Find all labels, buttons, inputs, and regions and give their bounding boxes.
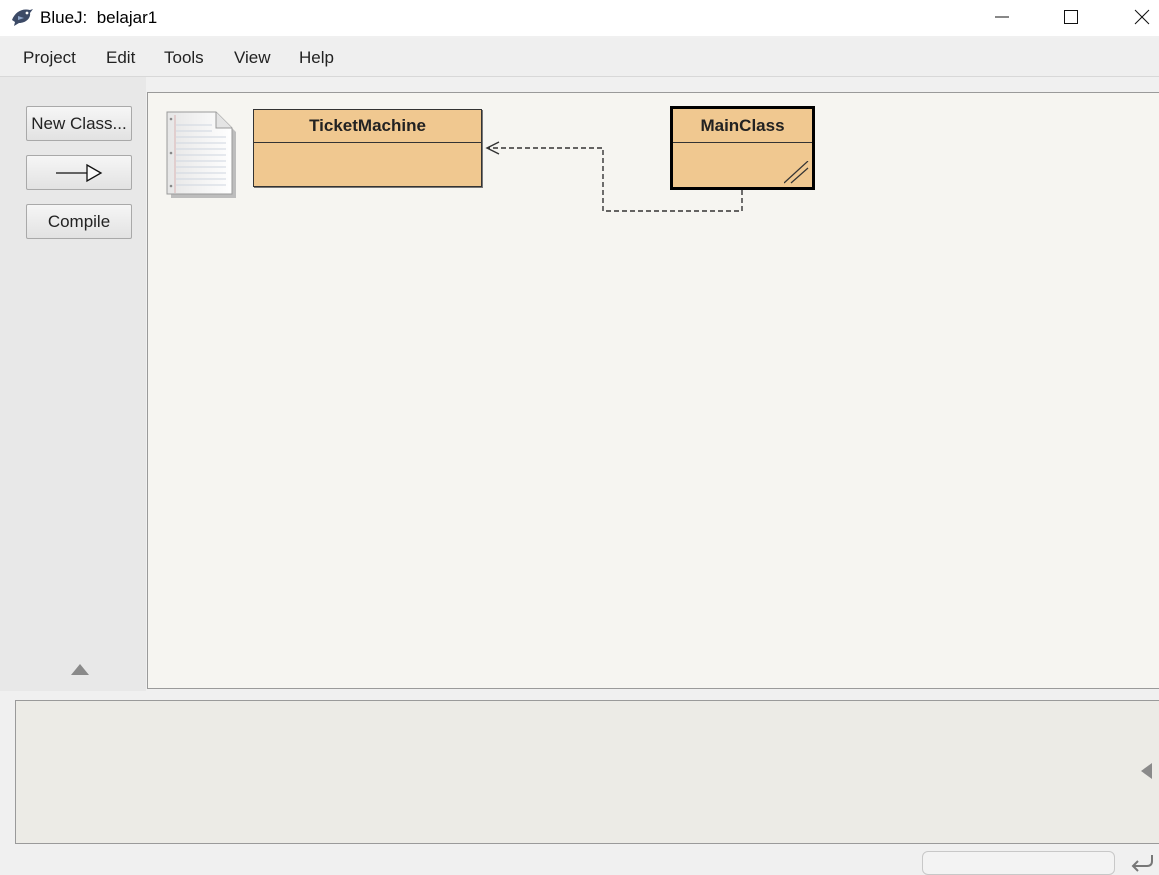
object-bench[interactable] [15, 700, 1159, 844]
menu-help[interactable]: Help [299, 48, 334, 68]
status-field [922, 851, 1115, 875]
minimize-icon [995, 16, 1009, 18]
title-bar: BlueJ: belajar1 [0, 0, 1159, 36]
close-icon [1134, 9, 1150, 25]
bluej-bird-icon [12, 9, 33, 26]
readme-document-icon[interactable] [166, 111, 236, 199]
close-button[interactable] [1119, 0, 1159, 34]
inheritance-arrow-icon [56, 163, 103, 182]
maximize-button[interactable] [1048, 0, 1094, 34]
menu-view[interactable]: View [234, 48, 271, 68]
return-arrow-icon[interactable] [1128, 852, 1156, 874]
class-mainclass[interactable]: MainClass [670, 106, 815, 190]
class-name-label: TicketMachine [254, 110, 481, 143]
class-ticketmachine[interactable]: TicketMachine [253, 109, 482, 187]
window-title: BlueJ: belajar1 [40, 8, 158, 27]
menu-project[interactable]: Project [23, 48, 76, 68]
resize-handle-icon[interactable] [784, 161, 810, 185]
expand-left-icon[interactable] [1141, 763, 1152, 779]
inheritance-arrow-button[interactable] [26, 155, 132, 190]
maximize-icon [1064, 10, 1078, 24]
class-name-label: MainClass [673, 109, 812, 143]
minimize-button[interactable] [979, 0, 1025, 34]
menu-tools[interactable]: Tools [164, 48, 204, 68]
menu-edit[interactable]: Edit [106, 48, 135, 68]
compile-button[interactable]: Compile [26, 204, 132, 239]
new-class-button[interactable]: New Class... [26, 106, 132, 141]
menu-bar: Project Edit Tools View Help [0, 38, 1159, 77]
collapse-up-icon[interactable] [71, 664, 89, 675]
